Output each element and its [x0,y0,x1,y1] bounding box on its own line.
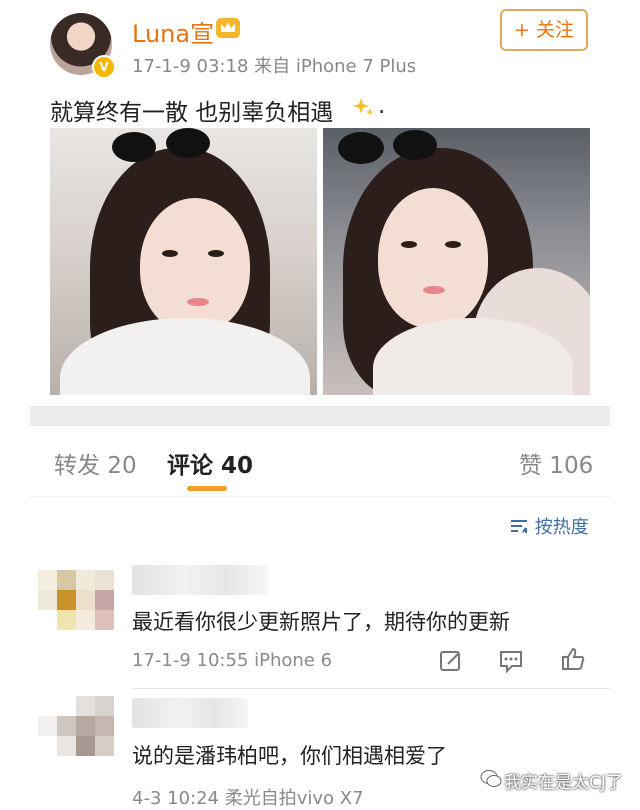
tab-divider [30,496,610,497]
wechat-logo-icon [480,770,502,787]
post-meta: 17-1-9 03:18 来自 iPhone 7 Plus [132,56,417,77]
post-photo-2[interactable] [323,128,590,395]
section-divider [30,406,610,426]
comment-meta: 4-3 10:24 柔光自拍vivo X7 [132,788,364,809]
tab-likes[interactable]: 赞 106 [519,446,593,480]
comment-username[interactable] [132,565,268,595]
tab-comments[interactable]: 评论 40 [167,446,253,480]
tab-reposts[interactable]: 转发 20 [54,446,137,480]
follow-button[interactable]: + 关注 [500,9,588,51]
post-text-end: . [378,93,386,119]
comment-text: 最近看你很少更新照片了，期待你的更新 [132,610,510,634]
crown-icon [216,18,240,38]
post-photo-1[interactable] [50,128,317,395]
watermark-text: 我实在是太CJ了 [504,773,623,793]
verified-badge: V [92,55,116,79]
username[interactable]: Luna宣 [132,14,214,49]
comment-username[interactable] [132,698,248,728]
comment-icon[interactable] [498,648,524,674]
like-icon[interactable] [560,646,586,672]
sort-label: 按热度 [534,517,589,538]
comment-text: 说的是潘玮柏吧，你们相遇相爱了 [132,744,447,768]
tab-active-indicator [187,486,227,491]
sparkle-emoji [353,98,374,116]
edit-icon[interactable] [438,648,464,674]
comment-avatar[interactable] [38,570,114,632]
post-text: 就算终有一散 也别辜负相遇 [50,100,334,126]
comment-avatar[interactable] [38,696,114,758]
comment-meta: 17-1-9 10:55 iPhone 6 [132,650,333,671]
comment-separator [132,688,610,689]
sort-icon [511,520,527,533]
sort-by-hot-button[interactable]: 按热度 [509,513,589,539]
